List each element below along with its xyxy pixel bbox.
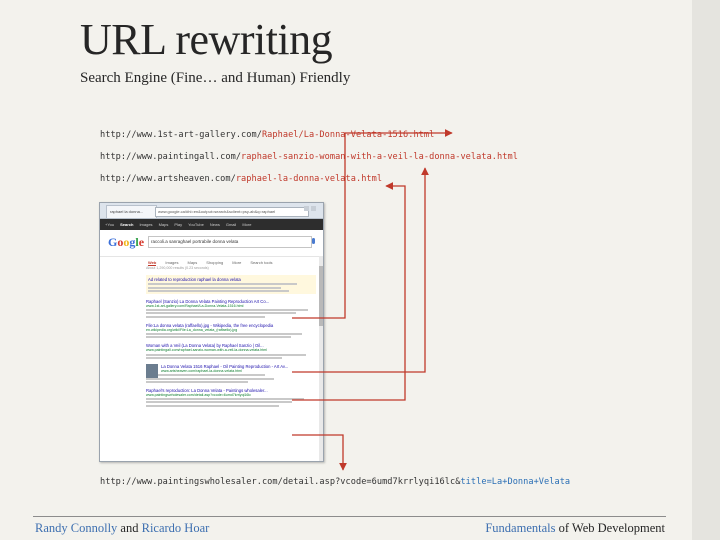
list-item: Raphael's reproduction: La Donna Velata …	[146, 388, 316, 407]
minimize-icon[interactable]	[304, 206, 309, 211]
nav-item[interactable]: Images	[139, 222, 152, 227]
ad-block: Ad related to reproduction raphael la do…	[146, 275, 316, 294]
result-url: www.artsheaven.com/raphael-la-donna-vela…	[161, 368, 242, 373]
close-icon[interactable]	[311, 206, 316, 211]
address-bar[interactable]: www.google.ca/#hl=en&output=search&sclie…	[155, 207, 309, 217]
book-title-rest: of Web Development	[558, 521, 665, 535]
results-list: Ad related to reproduction raphael la do…	[146, 275, 316, 412]
url-path: Raphael/La-Donna-Velata-1516.html	[261, 130, 435, 140]
nav-item[interactable]: YouTube	[188, 222, 204, 227]
url-path: raphael-la-donna-velata.html	[235, 174, 383, 184]
text-line	[148, 286, 281, 289]
list-item: Woman with a Veil (La Donna Velata) by R…	[146, 343, 316, 359]
list-item: Raphael (Sanzio) La Donna Velata Paintin…	[146, 299, 316, 318]
ad-title[interactable]: Ad related to reproduction raphael la do…	[148, 277, 314, 282]
text-line	[146, 356, 282, 359]
book-link[interactable]: Fundamentals	[485, 521, 555, 535]
logo-letter: G	[108, 235, 118, 249]
list-item: La Donna Velata 1516 Raphael - Oil Paint…	[146, 363, 316, 383]
result-url: en.wikipedia.org/wiki/File:La_donna_vela…	[146, 327, 238, 332]
list-item: File:La donna velata (raffaello).jpg - W…	[146, 323, 316, 339]
google-logo[interactable]: Google	[108, 235, 144, 250]
url-base: http://www.1st-art-gallery.com/	[100, 130, 262, 140]
scrollbar-thumb[interactable]	[319, 266, 323, 326]
result-url: www.paintingswholesaler.com/detail.asp?v…	[146, 392, 251, 397]
text-line	[146, 333, 303, 336]
text-line	[146, 398, 305, 401]
url-example-1: http://www.1st-art-gallery.com/Raphael/L…	[100, 130, 434, 140]
search-results-screenshot: raphael la donna... www.google.ca/#hl=en…	[99, 202, 324, 462]
tab-search-tools[interactable]: Search tools	[250, 260, 272, 266]
logo-letter: e	[138, 235, 145, 249]
result-url: www.paintingall.com/raphael-sanzio-woman…	[146, 348, 268, 353]
url-example-4: http://www.paintingswholesaler.com/detai…	[100, 477, 570, 487]
footer-book-title: Fundamentals of Web Development	[485, 521, 665, 536]
url-example-3: http://www.artsheaven.com/raphael-la-don…	[100, 174, 382, 184]
text-line	[146, 404, 279, 407]
url-base: http://www.artsheaven.com/	[100, 174, 236, 184]
slide-title: URL rewriting	[80, 15, 333, 64]
browser-chrome: raphael la donna... www.google.ca/#hl=en…	[100, 203, 323, 219]
nav-item[interactable]: News	[210, 222, 220, 227]
google-header: Google raccoli.a sanraghael portrabile d…	[100, 230, 323, 257]
url-example-2: http://www.paintingall.com/raphael-sanzi…	[100, 152, 518, 162]
footer-authors: Randy Connolly and Ricardo Hoar	[35, 521, 209, 536]
nav-item[interactable]: More	[242, 222, 251, 227]
slide-subtitle: Search Engine (Fine… and Human) Friendly	[80, 70, 351, 86]
result-stats: About 1,290,000 results (0.23 seconds)	[146, 266, 209, 270]
text-line	[148, 289, 290, 292]
text-line	[146, 377, 274, 380]
url-base: http://www.paintingswholesaler.com/detai…	[100, 477, 461, 487]
text-line	[146, 401, 293, 404]
text-line	[146, 315, 265, 318]
nav-item[interactable]: Search	[120, 222, 133, 227]
text-line	[146, 374, 265, 377]
nav-item[interactable]: Maps	[159, 222, 169, 227]
url-base: http://www.paintingall.com/	[100, 152, 242, 162]
google-nav-bar: +You Search Images Maps Play YouTube New…	[100, 219, 323, 230]
nav-item[interactable]: +You	[105, 222, 114, 227]
text-line	[146, 380, 248, 383]
text-line	[146, 336, 291, 339]
url-path: title=La+Donna+Velata	[460, 477, 571, 487]
text-line	[146, 309, 308, 312]
url-path: raphael-sanzio-woman-with-a-veil-la-donn…	[241, 152, 518, 162]
browser-tab[interactable]: raphael la donna...	[106, 205, 157, 218]
text-line	[148, 283, 298, 286]
painting-thumbnail[interactable]	[146, 363, 158, 378]
text-line	[146, 353, 306, 356]
and-text: and	[120, 521, 139, 535]
author-link[interactable]: Randy Connolly	[35, 521, 117, 535]
search-input[interactable]: raccoli.a sanraghael portrabile donna ve…	[148, 236, 312, 248]
microphone-icon[interactable]	[312, 238, 315, 244]
scrollbar[interactable]	[319, 256, 323, 461]
nav-item[interactable]: Gmail	[226, 222, 236, 227]
tab-more[interactable]: More	[232, 260, 241, 266]
footer-divider	[33, 516, 666, 517]
result-url: www.1st-art-gallery.com/Raphael/La-Donna…	[146, 303, 244, 308]
text-line	[146, 312, 296, 315]
author-link[interactable]: Ricardo Hoar	[142, 521, 210, 535]
nav-item[interactable]: Play	[174, 222, 182, 227]
right-edge-stripe	[692, 0, 720, 540]
tab-shopping[interactable]: Shopping	[206, 260, 223, 266]
